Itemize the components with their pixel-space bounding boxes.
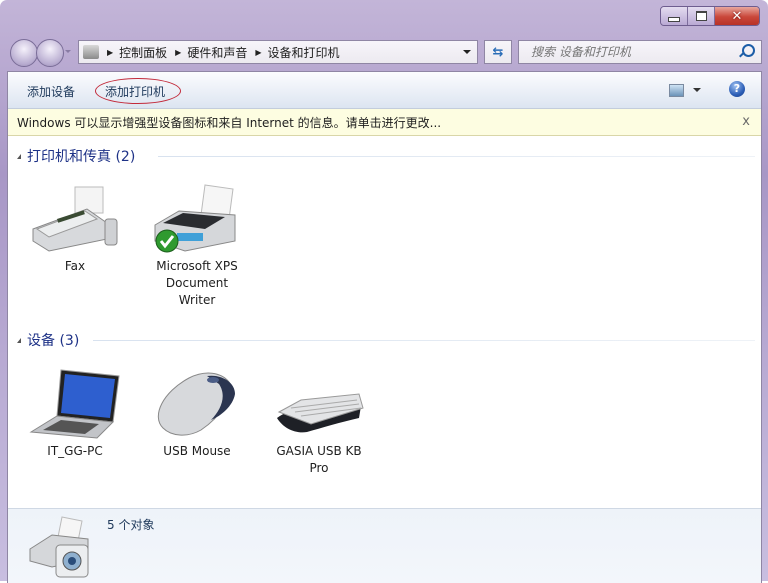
add-device-button[interactable]: 添加设备: [27, 83, 75, 100]
breadcrumb-separator-icon[interactable]: ▶: [255, 48, 261, 57]
close-icon: ✕: [731, 8, 743, 24]
search-icon[interactable]: [742, 44, 755, 57]
item-count: 5 个对象: [107, 518, 155, 532]
device-item-xps-writer[interactable]: Microsoft XPS Document Writer: [149, 181, 245, 309]
devices-printers-large-icon: [26, 515, 96, 579]
address-bar[interactable]: ▶ 控制面板 ▶ 硬件和声音 ▶ 设备和打印机: [78, 40, 478, 64]
devices-printers-icon: [83, 45, 99, 59]
device-label: Microsoft XPS Document Writer: [156, 259, 238, 307]
refresh-icon: ⇆: [492, 44, 504, 60]
group-header-devices[interactable]: 设备 (3): [17, 330, 79, 350]
info-bar-close-icon[interactable]: x: [742, 114, 750, 129]
breadcrumb-separator-icon[interactable]: ▶: [107, 48, 113, 57]
content-pane: 添加设备 添加打印机 ? Windows 可以显示增强型设备图标和来自 Inte…: [7, 71, 762, 583]
minimize-icon: [668, 16, 680, 22]
search-box: [518, 40, 762, 64]
group-title: 打印机和传真 (2): [27, 149, 136, 165]
search-input[interactable]: [529, 44, 733, 60]
change-view-icon[interactable]: [669, 84, 684, 97]
caption-buttons: ✕: [660, 6, 760, 26]
fax-icon: [27, 181, 123, 255]
device-label: USB Mouse: [163, 444, 231, 458]
collapse-triangle-icon[interactable]: [17, 153, 21, 159]
device-label: Fax: [64, 259, 86, 273]
help-icon[interactable]: ?: [729, 81, 745, 97]
navigation-bar: ▶ 控制面板 ▶ 硬件和声音 ▶ 设备和打印机 ⇆: [8, 39, 762, 67]
device-item-pc[interactable]: IT_GG-PC: [27, 366, 123, 460]
info-bar-message[interactable]: Windows 可以显示增强型设备图标和来自 Internet 的信息。请单击进…: [17, 114, 441, 131]
info-bar[interactable]: Windows 可以显示增强型设备图标和来自 Internet 的信息。请单击进…: [8, 109, 761, 136]
group-title: 设备 (3): [27, 333, 80, 349]
recent-pages-dropdown[interactable]: [65, 50, 71, 53]
collapse-triangle-icon[interactable]: [17, 337, 21, 343]
breadcrumb-devices-printers[interactable]: 设备和打印机: [268, 44, 340, 61]
maximize-button[interactable]: [688, 7, 715, 25]
command-bar: 添加设备 添加打印机 ?: [8, 72, 761, 109]
device-item-fax[interactable]: Fax: [27, 181, 123, 275]
group-header-printers[interactable]: 打印机和传真 (2): [17, 146, 135, 166]
close-button[interactable]: ✕: [715, 7, 759, 25]
default-check-icon: [155, 229, 179, 253]
printer-icon: [149, 181, 245, 255]
laptop-icon: [27, 366, 123, 440]
address-dropdown-icon[interactable]: [463, 50, 471, 54]
maximize-icon: [695, 11, 707, 21]
device-item-keyboard[interactable]: GASIA USB KB Pro: [271, 366, 367, 477]
keyboard-icon: [271, 366, 367, 440]
details-pane: 5 个对象: [8, 508, 761, 583]
minimize-button[interactable]: [661, 7, 688, 25]
group-divider: [158, 156, 755, 157]
refresh-button[interactable]: ⇆: [484, 40, 512, 64]
device-label: GASIA USB KB Pro: [276, 444, 362, 475]
breadcrumb-control-panel[interactable]: 控制面板: [119, 44, 167, 61]
back-button[interactable]: [10, 39, 38, 67]
breadcrumb-hardware-sound[interactable]: 硬件和声音: [187, 44, 247, 61]
add-printer-button[interactable]: 添加打印机: [105, 83, 165, 100]
group-divider: [93, 340, 755, 341]
forward-button[interactable]: [36, 39, 64, 67]
device-label: IT_GG-PC: [47, 444, 103, 458]
device-item-mouse[interactable]: USB Mouse: [149, 366, 245, 460]
mouse-icon: [149, 366, 245, 440]
breadcrumb-separator-icon[interactable]: ▶: [175, 48, 181, 57]
view-options-dropdown-icon[interactable]: [693, 88, 701, 92]
window-frame: ✕ ▶ 控制面板 ▶ 硬件和声音 ▶ 设备和打印机 ⇆ 添加设备 添加打印机: [0, 0, 768, 583]
